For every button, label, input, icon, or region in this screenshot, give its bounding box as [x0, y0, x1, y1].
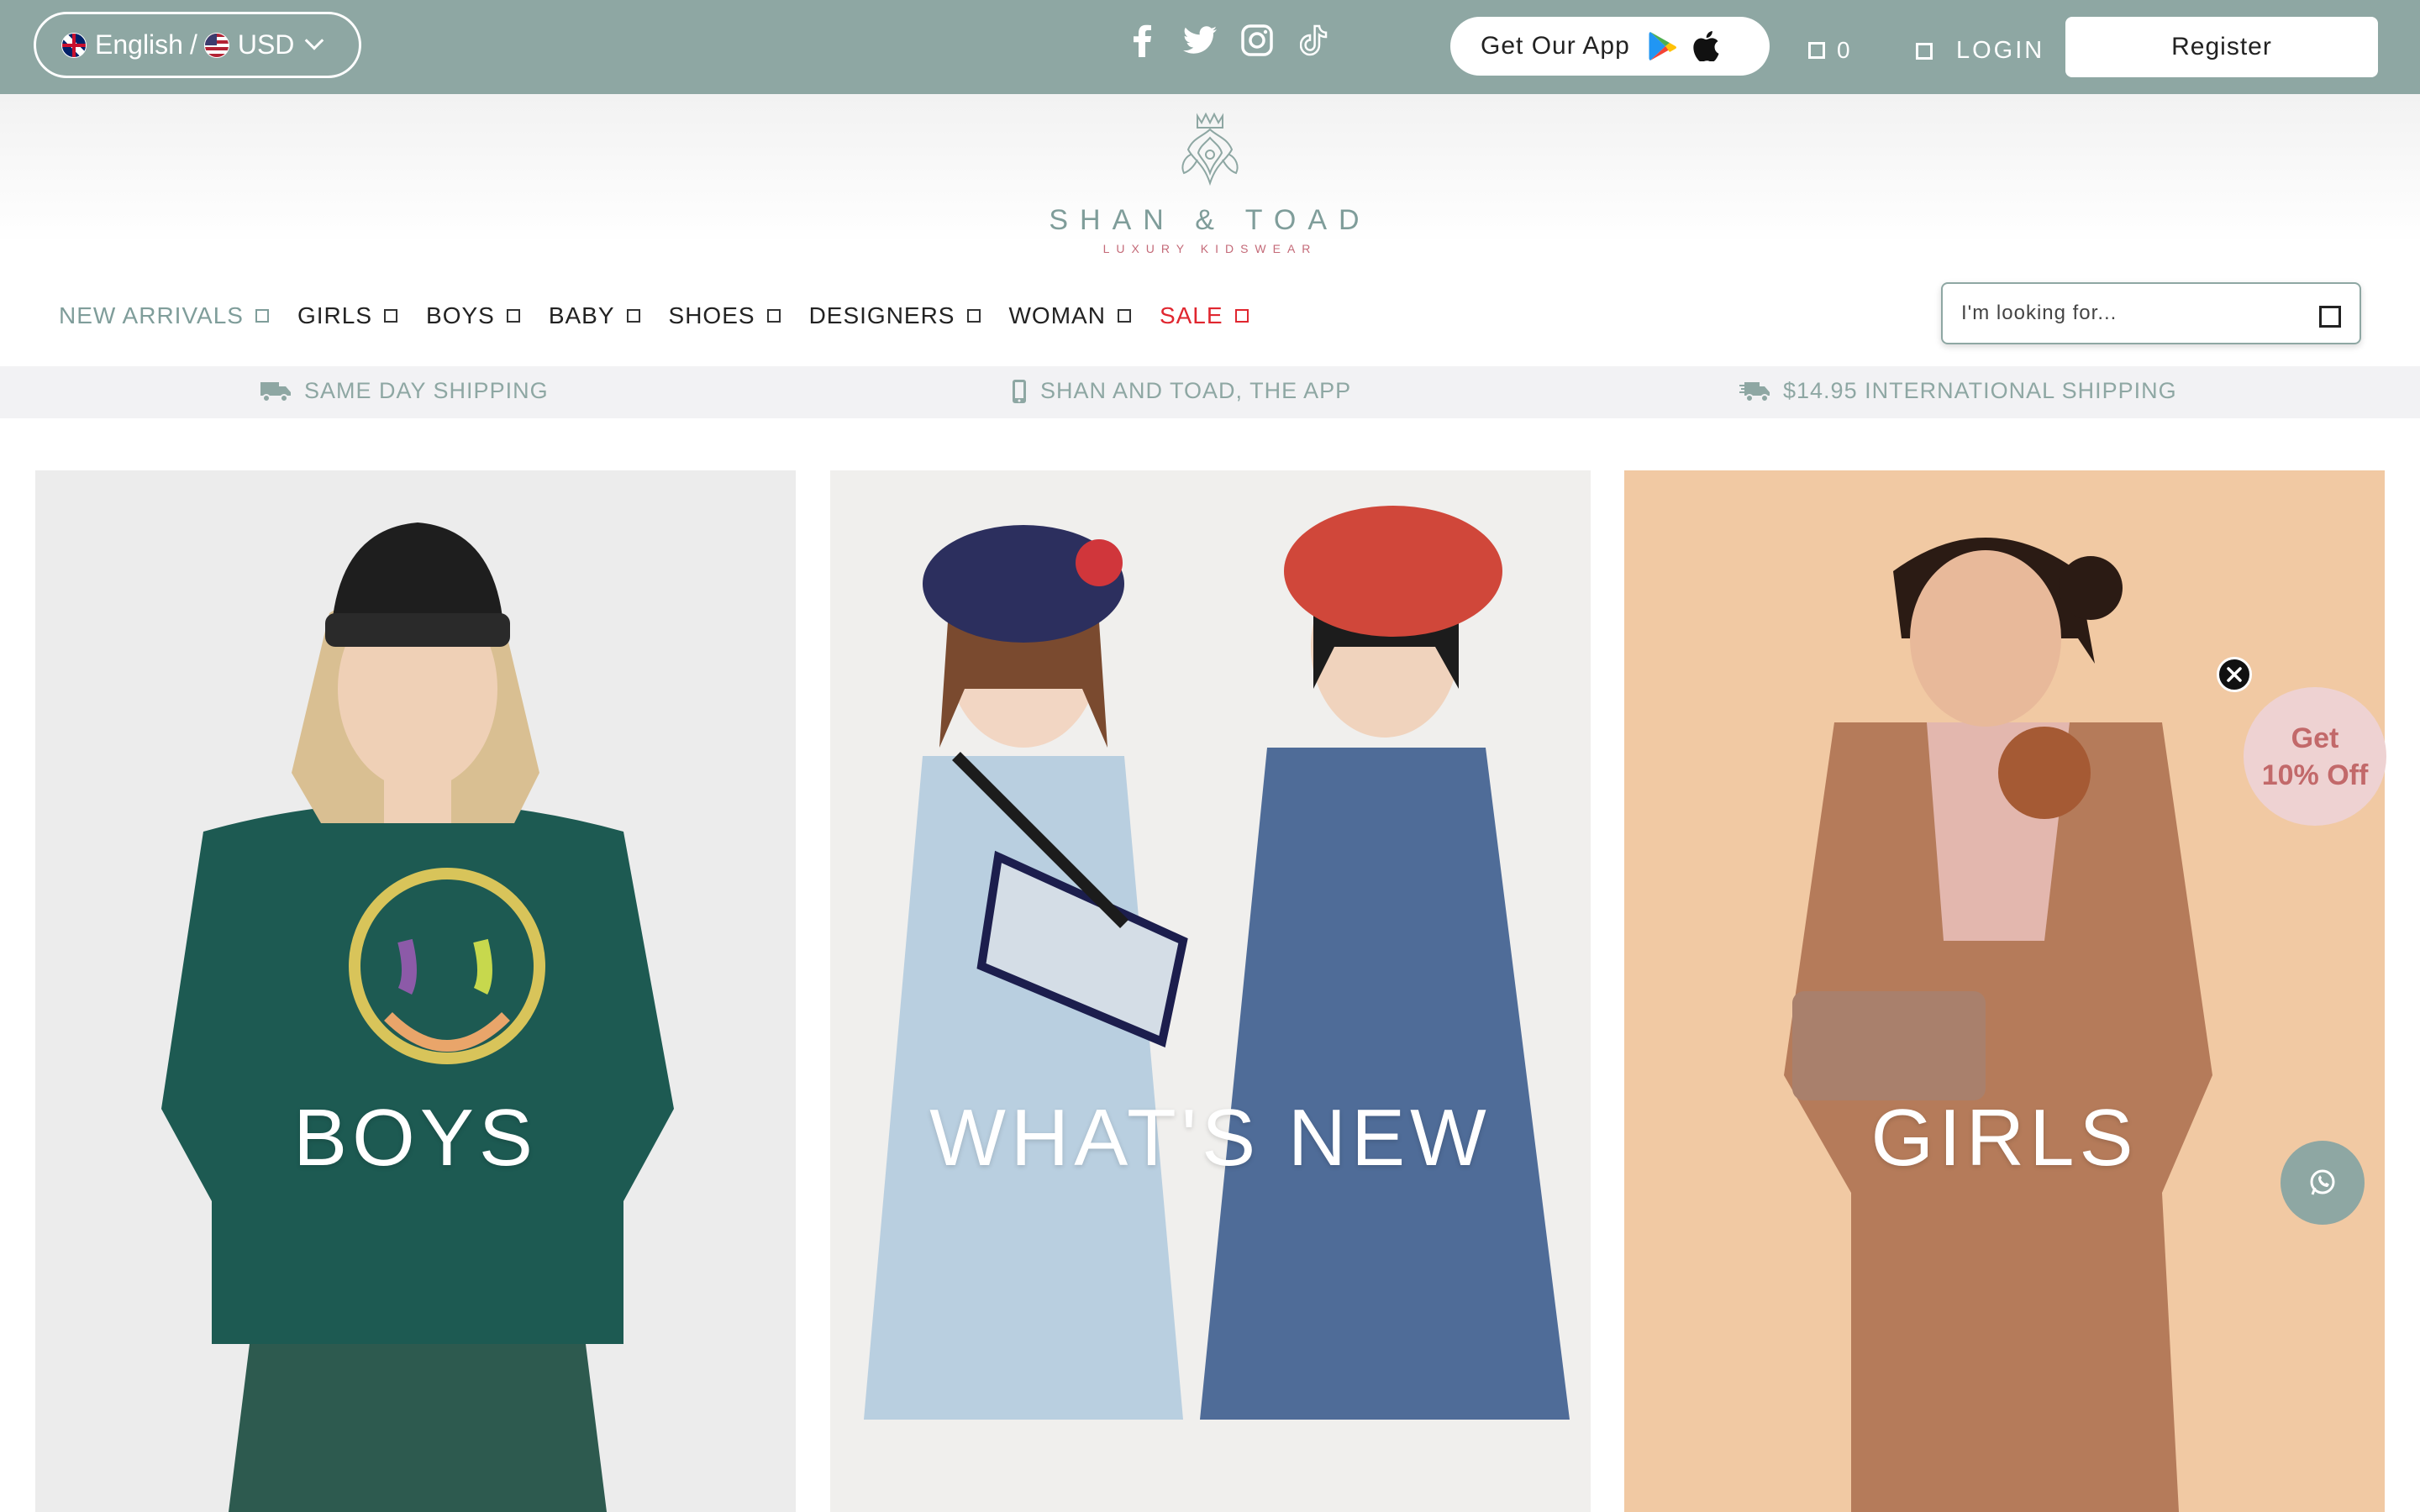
language-currency-selector[interactable]: English / USD: [34, 12, 361, 78]
nav-label: SHOES: [668, 302, 755, 328]
language-label: English: [95, 29, 183, 60]
close-popup-button[interactable]: [2217, 657, 2252, 692]
close-icon: [2227, 667, 2242, 682]
get-app-label: Get Our App: [1481, 32, 1630, 60]
phone-icon: [1013, 379, 1026, 403]
nav-label: WOMAN: [1008, 302, 1106, 328]
nav-item-woman[interactable]: WOMAN: [1009, 302, 1131, 329]
tile-label: GIRLS: [1870, 1093, 2139, 1183]
nav-item-shoes[interactable]: SHOES: [669, 302, 781, 329]
dropdown-icon: [384, 309, 398, 323]
top-bar: English / USD Get Our App 0 LOGIN Regist…: [0, 0, 2420, 94]
nav-item-boys[interactable]: BOYS: [426, 302, 520, 329]
currency-label: USD: [237, 29, 295, 60]
brand-name: SHAN & TOAD: [1049, 204, 1371, 236]
cart-icon: [1808, 42, 1825, 59]
cart-link[interactable]: 0: [1808, 37, 1850, 64]
main-nav: NEW ARRIVALS GIRLS BOYS BABY SHOES DESIG…: [59, 302, 1277, 329]
nav-label: GIRLS: [297, 302, 373, 328]
facebook-icon[interactable]: [1126, 24, 1160, 57]
boys-photo: [35, 470, 796, 1512]
perk-label: SAME DAY SHIPPING: [304, 378, 549, 403]
user-icon: [1916, 42, 1933, 60]
truck-icon: [260, 381, 291, 402]
nav-item-sale[interactable]: SALE: [1160, 302, 1249, 329]
perk-label: $14.95 INTERNATIONAL SHIPPING: [1783, 378, 2177, 403]
get-app-button[interactable]: Get Our App: [1450, 17, 1770, 76]
chevron-down-icon: [305, 30, 324, 50]
dropdown-icon: [966, 309, 981, 323]
perk-same-day-shipping: SAME DAY SHIPPING: [260, 378, 549, 404]
nav-label: DESIGNERS: [808, 302, 955, 328]
site-header: SHAN & TOAD LUXURY KIDSWEAR NEW ARRIVALS…: [0, 94, 2420, 366]
nav-label: NEW ARRIVALS: [59, 302, 244, 328]
tile-girls[interactable]: GIRLS: [1624, 470, 2385, 1512]
whatsapp-icon: [2310, 1169, 2335, 1195]
brand-tagline: LUXURY KIDSWEAR: [1102, 242, 1318, 255]
girls-photo: [1624, 470, 2385, 1512]
tile-label: WHAT'S NEW: [929, 1093, 1491, 1183]
perks-strip: SAME DAY SHIPPING SHAN AND TOAD, THE APP…: [0, 366, 2420, 418]
login-link[interactable]: LOGIN: [1916, 37, 2044, 65]
cart-count: 0: [1837, 37, 1850, 63]
google-play-icon: [1649, 32, 1676, 60]
search-input[interactable]: [1961, 302, 2319, 325]
register-label: Register: [2171, 33, 2272, 60]
login-label: LOGIN: [1956, 37, 2045, 64]
nav-label: SALE: [1159, 302, 1223, 328]
dropdown-icon: [1117, 309, 1131, 323]
dropdown-icon: [766, 309, 781, 323]
discount-line2: 10% Off: [2261, 759, 2369, 791]
tiktok-icon[interactable]: [1297, 24, 1331, 57]
nav-item-baby[interactable]: BABY: [549, 302, 640, 329]
nav-label: BOYS: [426, 302, 495, 328]
nav-label: BABY: [548, 302, 615, 328]
dropdown-icon: [255, 309, 269, 323]
language-separator: /: [189, 29, 197, 60]
search-box: [1941, 282, 2361, 344]
us-flag-icon: [203, 32, 229, 58]
tile-whats-new[interactable]: WHAT'S NEW: [830, 470, 1591, 1512]
discount-line1: Get: [2291, 722, 2339, 754]
twitter-icon[interactable]: [1183, 24, 1217, 57]
apple-icon: [1693, 31, 1719, 61]
register-button[interactable]: Register: [2065, 17, 2378, 77]
dropdown-icon: [506, 309, 520, 323]
instagram-icon[interactable]: [1240, 24, 1274, 57]
uk-flag-icon: [61, 32, 87, 58]
whats-new-photo: [830, 470, 1591, 1512]
search-icon[interactable]: [2319, 306, 2341, 328]
social-links: [1126, 24, 1331, 57]
crest-icon: [1181, 112, 1239, 186]
discount-popup[interactable]: Get 10% Off: [2244, 687, 2386, 826]
nav-item-designers[interactable]: DESIGNERS: [809, 302, 981, 329]
brand-logo[interactable]: SHAN & TOAD LUXURY KIDSWEAR: [1042, 104, 1378, 272]
perk-international-shipping: $14.95 INTERNATIONAL SHIPPING: [1739, 378, 2177, 404]
perk-label: SHAN AND TOAD, THE APP: [1040, 378, 1352, 403]
perk-app: SHAN AND TOAD, THE APP: [1012, 378, 1351, 404]
tile-boys[interactable]: BOYS: [35, 470, 796, 1512]
nav-item-new-arrivals[interactable]: NEW ARRIVALS: [59, 302, 269, 329]
fast-truck-icon: [1739, 381, 1770, 402]
tile-label: BOYS: [293, 1093, 538, 1183]
nav-item-girls[interactable]: GIRLS: [297, 302, 398, 329]
whatsapp-chat-button[interactable]: [2281, 1141, 2365, 1225]
dropdown-icon: [626, 309, 640, 323]
dropdown-icon: [1234, 309, 1249, 323]
